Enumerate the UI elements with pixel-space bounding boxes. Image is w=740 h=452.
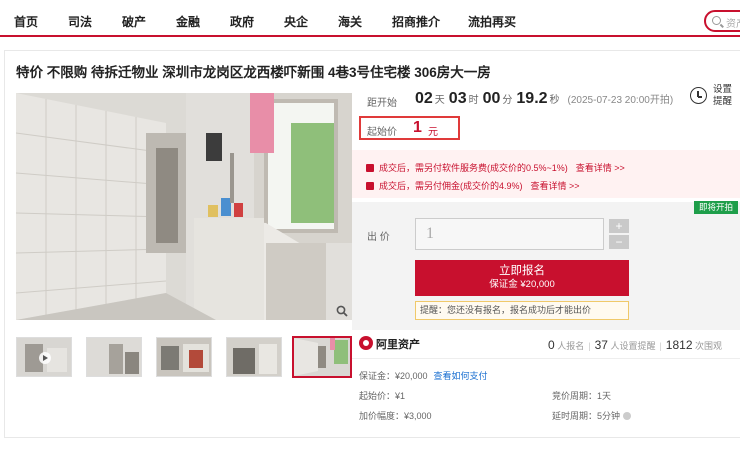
signup-button[interactable]: 立即报名 保证金 ¥20,000 — [415, 260, 629, 296]
start-price-box: 起始价 1 元 — [359, 116, 460, 140]
nav-item-soe[interactable]: 央企 — [284, 13, 308, 30]
thumbnail[interactable] — [226, 337, 282, 377]
main-photo[interactable] — [16, 93, 352, 320]
thumbnail-strip — [16, 336, 352, 379]
gift-icon — [366, 164, 374, 172]
listing-title: 特价 不限购 待拆迁物业 深圳市龙岗区龙西楼吓新围 4巷3号住宅楼 306房大一… — [16, 65, 491, 80]
countdown-minutes: 00 — [482, 90, 501, 107]
status-badge: 即将开拍 — [694, 201, 738, 214]
platform-name: 阿里资产 — [376, 339, 420, 351]
nav-item-government[interactable]: 政府 — [230, 13, 254, 30]
countdown-label: 距开始 — [367, 98, 397, 109]
search-placeholder: 资产 — [726, 19, 740, 30]
countdown-days: 02 — [415, 90, 433, 107]
fee-notice: 成交后，需另付软件服务费(成交价的0.5%~1%) 查看详情 >> 成交后，需另付… — [352, 150, 740, 198]
increase-bid-button[interactable]: + — [609, 219, 629, 233]
auction-stats: 0 人报名 | 37 人设置提醒 | 1812 次围观 — [548, 338, 723, 352]
nav-item-bankruptcy[interactable]: 破产 — [122, 13, 146, 30]
reminder-label: 设置提醒 — [713, 84, 733, 107]
brand-logo-icon — [359, 336, 373, 350]
decrease-bid-button[interactable]: − — [609, 235, 629, 249]
increment-info: 加价幅度：¥3,000 — [359, 411, 432, 421]
clock-icon — [690, 87, 707, 104]
nav-item-home[interactable]: 首页 — [14, 13, 38, 30]
signup-tip: 提醒：您还没有报名，报名成功后才能出价 — [415, 301, 629, 320]
start-time: (2025-07-23 20:00开拍) — [567, 95, 674, 106]
countdown-seconds: 19.2 — [516, 90, 548, 107]
signup-deposit: 保证金 ¥20,000 — [489, 279, 555, 290]
top-nav: 首页 司法 破产 金融 政府 央企 海关 招商推介 流拍再买 资产 — [0, 0, 740, 37]
start-price-value: 1 — [413, 119, 422, 136]
notice-row: 成交后，需另付佣金(成交价的4.9%) 查看详情 >> — [366, 179, 580, 192]
deposit-info: 保证金：¥20,000 查看如何支付 — [359, 371, 488, 381]
delay-cycle-info: 延时周期：5分钟 — [552, 409, 632, 422]
thumbnail[interactable] — [156, 337, 212, 377]
zoom-icon[interactable] — [336, 304, 348, 317]
gift-icon — [366, 182, 374, 190]
views-count: 1812 — [665, 338, 693, 352]
bid-label: 出 价 — [367, 232, 390, 243]
thumbnail[interactable] — [16, 337, 72, 377]
thumbnail[interactable] — [86, 337, 142, 377]
notice-row: 成交后，需另付软件服务费(成交价的0.5%~1%) 查看详情 >> — [366, 161, 625, 174]
countdown: 02 天 03 时 00 分 19.2 秒 (2025-07-23 20:00开拍) — [415, 90, 674, 107]
start-price-unit: 元 — [428, 127, 438, 138]
countdown-hours: 03 — [448, 90, 467, 107]
start-price-label: 起始价 — [367, 127, 397, 138]
nav-item-investment[interactable]: 招商推介 — [392, 13, 440, 30]
nav-item-customs[interactable]: 海关 — [338, 13, 362, 30]
bid-amount-input[interactable]: 1 — [415, 218, 604, 250]
reminders-count: 37 — [594, 338, 608, 352]
search-icon — [712, 16, 721, 25]
signup-label: 立即报名 — [499, 265, 545, 277]
start-price-info: 起始价：¥1 — [359, 391, 406, 401]
applicants-count: 0 — [548, 338, 555, 352]
notice-more-link[interactable]: 查看详情 >> — [576, 163, 625, 173]
search-box[interactable]: 资产 — [704, 10, 740, 32]
nav-item-relist[interactable]: 流拍再买 — [468, 13, 516, 30]
how-to-pay-link[interactable]: 查看如何支付 — [434, 371, 488, 381]
thumbnail-active[interactable] — [292, 336, 352, 378]
help-icon[interactable] — [623, 412, 632, 420]
divider — [352, 358, 740, 359]
bid-cycle-info: 竞价周期：1天 — [552, 391, 612, 401]
nav-item-judicial[interactable]: 司法 — [68, 13, 92, 30]
set-reminder-button[interactable]: 设置提醒 — [690, 84, 740, 108]
notice-more-link[interactable]: 查看详情 >> — [531, 181, 580, 191]
nav-item-finance[interactable]: 金融 — [176, 13, 200, 30]
